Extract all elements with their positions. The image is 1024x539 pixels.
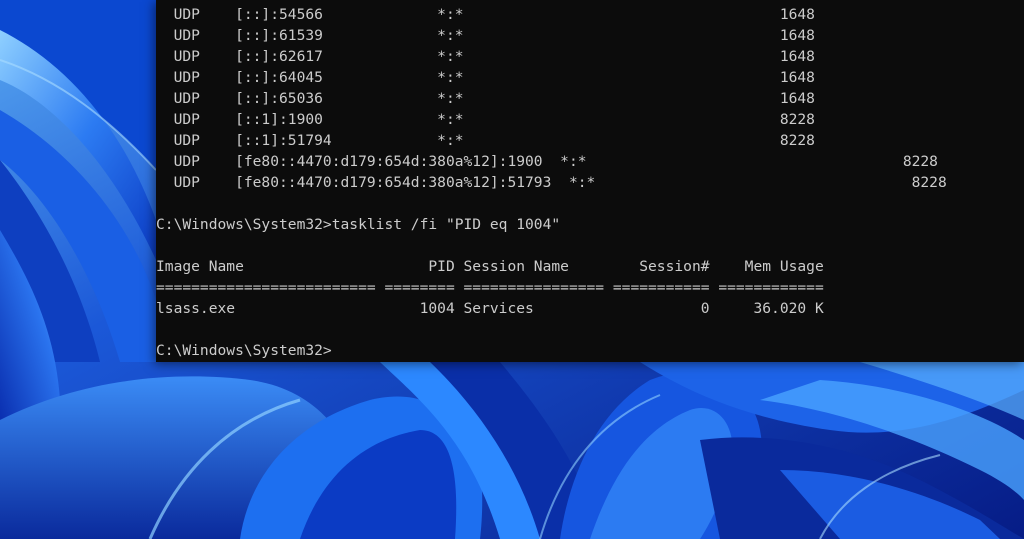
terminal-line: UDP [::]:65036 *:* 1648 — [156, 90, 815, 107]
terminal-window[interactable]: UDP [::]:54566 *:* 1648 UDP [::]:61539 *… — [156, 0, 1024, 362]
terminal-line: UDP [::]:61539 *:* 1648 — [156, 27, 815, 44]
tasklist-header: Image Name PID Session Name Session# Mem… — [156, 258, 824, 275]
terminal-line: UDP [fe80::4470:d179:654d:380a%12]:1900 … — [156, 153, 938, 170]
terminal-line: UDP [fe80::4470:d179:654d:380a%12]:51793… — [156, 174, 947, 191]
terminal-command-line: C:\Windows\System32>tasklist /fi "PID eq… — [156, 216, 561, 233]
desktop: UDP [::]:54566 *:* 1648 UDP [::]:61539 *… — [0, 0, 1024, 539]
tasklist-separator: ========================= ======== =====… — [156, 279, 824, 296]
terminal-line: UDP [::1]:51794 *:* 8228 — [156, 132, 815, 149]
terminal-prompt[interactable]: C:\Windows\System32> — [156, 340, 332, 361]
terminal-line: UDP [::]:62617 *:* 1648 — [156, 48, 815, 65]
tasklist-row: lsass.exe 1004 Services 0 36.020 K — [156, 300, 824, 317]
terminal-line: UDP [::]:64045 *:* 1648 — [156, 69, 815, 86]
terminal-line: UDP [::1]:1900 *:* 8228 — [156, 111, 815, 128]
terminal-line: UDP [::]:54566 *:* 1648 — [156, 6, 815, 23]
